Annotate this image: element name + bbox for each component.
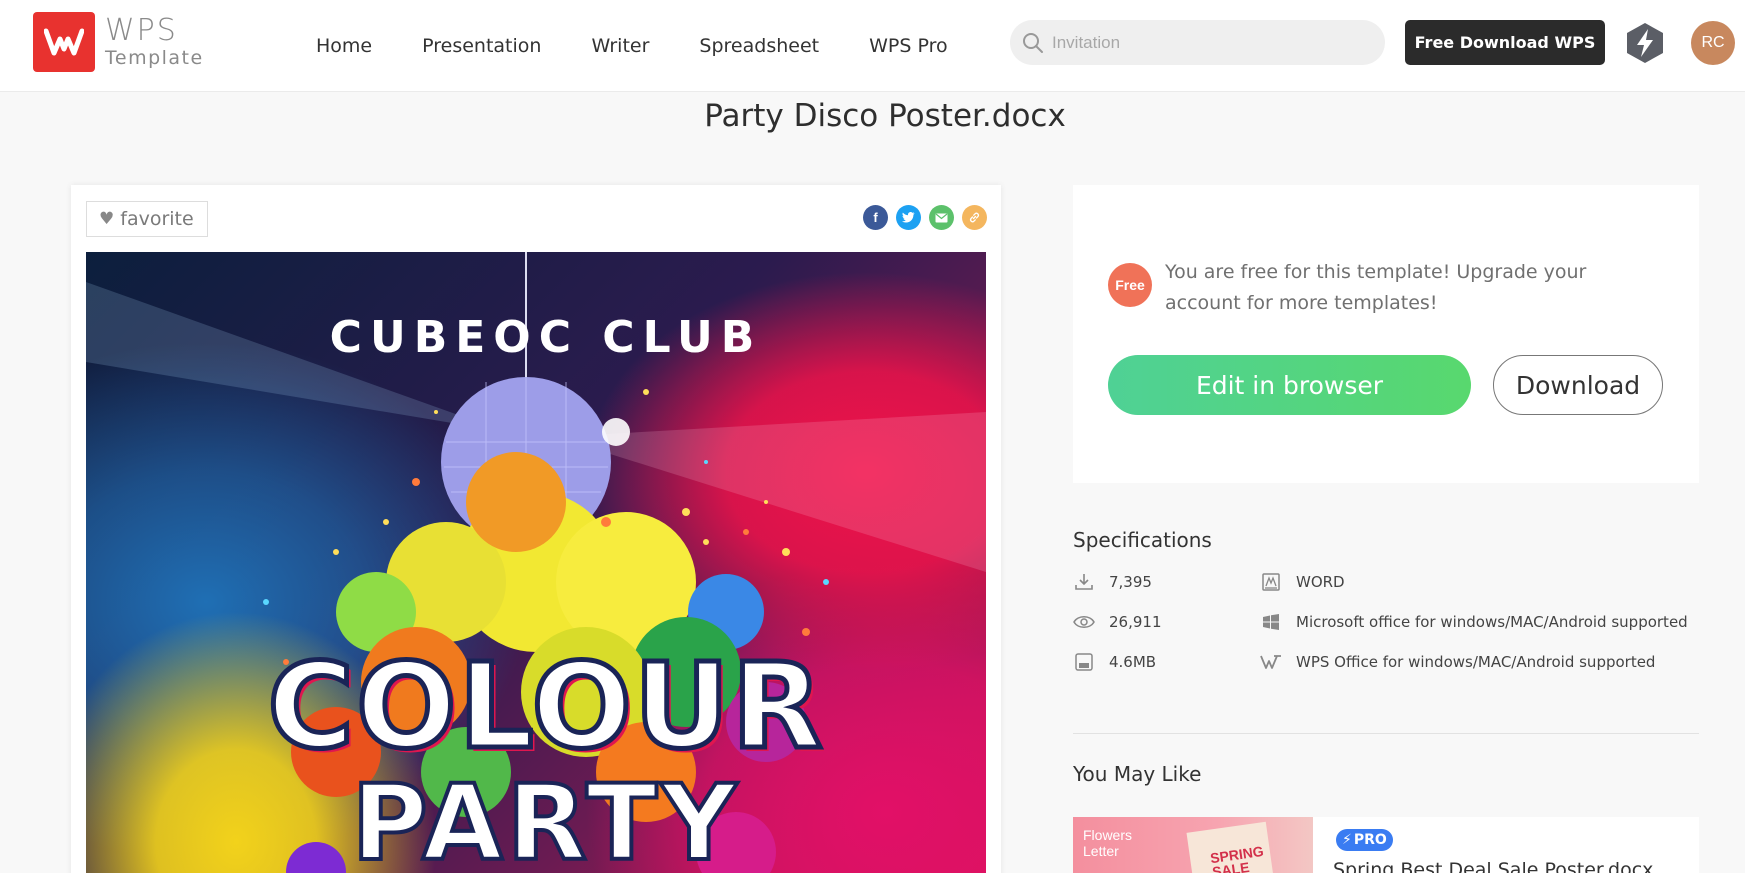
wps-template-logo[interactable]: WPS Template [33, 12, 204, 72]
poster-club-text: CUBEOC CLUB [329, 312, 763, 363]
free-template-panel: Free You are free for this template! Upg… [1073, 185, 1699, 483]
user-avatar[interactable]: RC [1691, 21, 1735, 65]
spec-wps: WPS Office for windows/MAC/Android suppo… [1260, 652, 1655, 672]
windows-icon [1260, 612, 1282, 632]
recommended-thumbnail[interactable]: Flowers Letter SPRING SALE [1073, 817, 1313, 873]
favorite-button[interactable]: ♥ favorite [86, 201, 208, 237]
search-bar[interactable] [1010, 20, 1385, 65]
nav-writer[interactable]: Writer [591, 35, 649, 57]
recommended-item-info[interactable]: ⚡ PRO Spring Best Deal Sale Poster.docx [1313, 817, 1699, 873]
free-download-wps-button[interactable]: Free Download WPS [1405, 20, 1605, 65]
wps-logo-icon [33, 12, 95, 72]
spec-microsoft: Microsoft office for windows/MAC/Android… [1260, 612, 1688, 632]
lightning-icon: ⚡ [1342, 832, 1352, 848]
wps-icon [1260, 652, 1282, 672]
file-size: 4.6MB [1109, 653, 1157, 671]
you-may-like-title: You May Like [1073, 762, 1202, 786]
email-icon[interactable] [929, 205, 954, 230]
search-input[interactable] [1052, 32, 1352, 53]
favorite-label: favorite [120, 208, 194, 230]
edit-in-browser-button[interactable]: Edit in browser [1108, 355, 1471, 415]
spec-size: 4.6MB [1073, 652, 1156, 672]
pro-badge: ⚡ PRO [1336, 829, 1393, 851]
microsoft-support: Microsoft office for windows/MAC/Android… [1296, 613, 1688, 631]
link-icon[interactable] [962, 205, 987, 230]
poster-subheadline: PARTY [350, 760, 741, 873]
wps-support: WPS Office for windows/MAC/Android suppo… [1296, 653, 1656, 671]
top-header: WPS Template Home Presentation Writer Sp… [0, 0, 1745, 92]
nav-presentation[interactable]: Presentation [422, 35, 541, 57]
recommended-item-name[interactable]: Spring Best Deal Sale Poster.docx [1333, 859, 1653, 873]
disk-icon [1073, 652, 1095, 672]
eye-icon [1073, 612, 1095, 632]
nav-wps-pro[interactable]: WPS Pro [869, 35, 948, 57]
share-buttons: f [863, 205, 987, 230]
search-icon [1023, 32, 1043, 53]
section-divider [1073, 733, 1699, 734]
downloads-count: 7,395 [1109, 573, 1152, 591]
nav-home[interactable]: Home [316, 35, 372, 57]
file-format: WORD [1296, 573, 1345, 591]
logo-brand: WPS [105, 13, 178, 48]
lightning-hexagon-icon[interactable] [1625, 22, 1665, 64]
template-preview-card: ♥ favorite f CUBEOC CLUB COLOUR PARTY [71, 185, 1001, 873]
poster-headline: COLOUR [265, 635, 825, 778]
free-message: You are free for this template! Upgrade … [1165, 261, 1587, 314]
spec-format: WORD [1260, 572, 1345, 592]
page-title: Party Disco Poster.docx [704, 98, 1066, 134]
logo-subtitle: Template [105, 47, 204, 69]
document-icon [1260, 572, 1282, 592]
views-count: 26,911 [1109, 613, 1162, 631]
main-nav: Home Presentation Writer Spreadsheet WPS… [316, 0, 998, 92]
spec-views: 26,911 [1073, 612, 1162, 632]
download-button[interactable]: Download [1493, 355, 1663, 415]
twitter-icon[interactable] [896, 205, 921, 230]
facebook-icon[interactable]: f [863, 205, 888, 230]
thumbnail-caption: Flowers Letter [1083, 827, 1133, 859]
download-icon [1073, 572, 1095, 592]
free-badge: Free [1108, 263, 1152, 307]
specifications-title: Specifications [1073, 528, 1212, 552]
heart-icon: ♥ [99, 209, 115, 229]
spec-downloads: 7,395 [1073, 572, 1152, 592]
nav-spreadsheet[interactable]: Spreadsheet [699, 35, 819, 57]
poster-preview-image[interactable]: CUBEOC CLUB COLOUR PARTY [86, 252, 986, 873]
